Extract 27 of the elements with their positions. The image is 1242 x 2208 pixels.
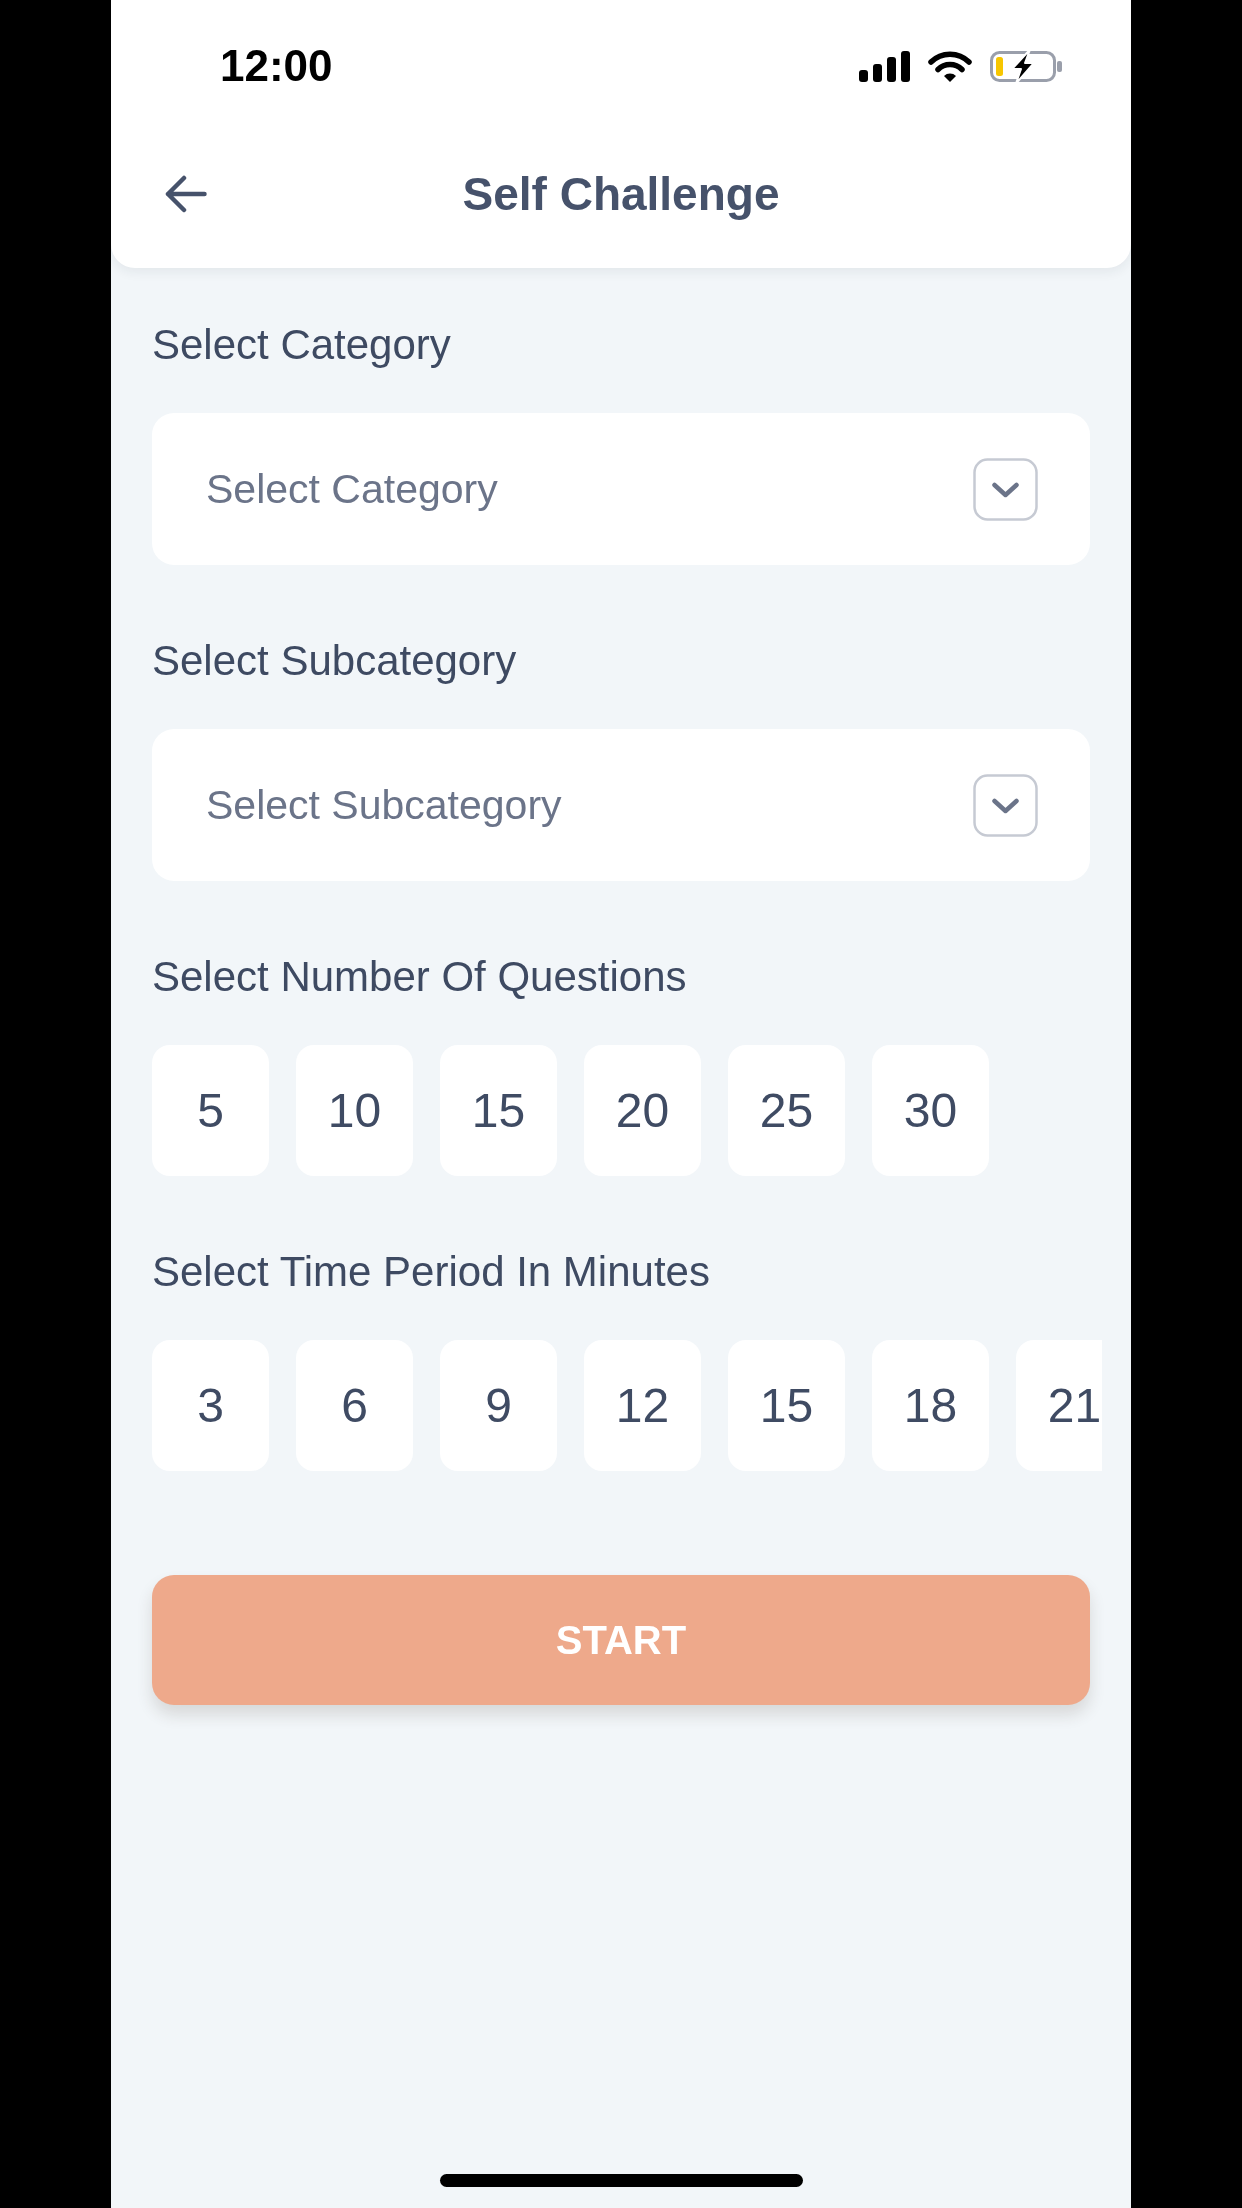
number-option[interactable]: 30	[872, 1045, 989, 1176]
back-arrow-icon[interactable]	[165, 175, 207, 213]
number-option[interactable]: 9	[440, 1340, 557, 1471]
page-title: Self Challenge	[462, 167, 780, 221]
number-option[interactable]: 5	[152, 1045, 269, 1176]
number-option[interactable]: 12	[584, 1340, 701, 1471]
number-option[interactable]: 6	[296, 1340, 413, 1471]
number-option[interactable]: 25	[728, 1045, 845, 1176]
number-option[interactable]: 20	[584, 1045, 701, 1176]
number-option[interactable]: 15	[440, 1045, 557, 1176]
select-dropdown[interactable]: Select Category	[152, 413, 1090, 565]
field-label: Select Number Of Questions	[152, 952, 688, 1002]
number-option[interactable]: 21	[1016, 1340, 1102, 1471]
number-option[interactable]: 3	[152, 1340, 269, 1471]
field-label: Select Category	[152, 320, 452, 370]
status-time: 12:00	[220, 41, 333, 91]
select-dropdown[interactable]: Select Subcategory	[152, 729, 1090, 881]
field-label: Select Time Period In Minutes	[152, 1247, 711, 1297]
chevron-down-icon	[973, 458, 1038, 521]
number-option[interactable]: 15	[728, 1340, 845, 1471]
number-option[interactable]: 10	[296, 1045, 413, 1176]
chevron-down-icon	[973, 774, 1038, 837]
field-label: Select Subcategory	[152, 636, 518, 686]
number-option[interactable]: 18	[872, 1340, 989, 1471]
signal-icon	[859, 50, 910, 82]
wifi-icon	[927, 50, 973, 82]
battery-icon	[990, 48, 1062, 84]
